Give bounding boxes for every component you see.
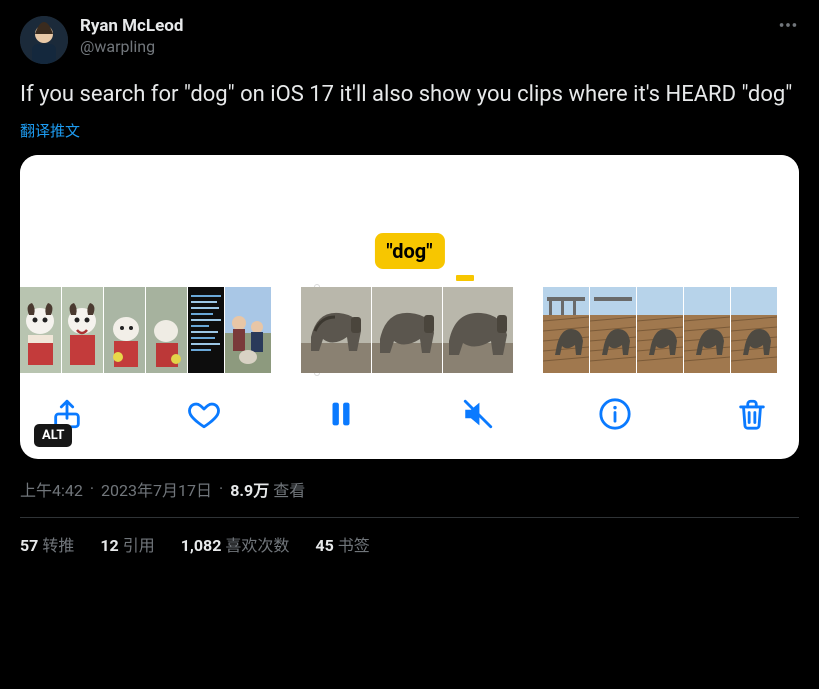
quotes-stat[interactable]: 12 引用: [100, 532, 154, 556]
retweets-label: 转推: [42, 536, 74, 555]
retweets-stat[interactable]: 57转推: [20, 532, 74, 556]
timeline-marker: [456, 275, 474, 281]
media-top: "dog": [20, 155, 799, 285]
thumbnail[interactable]: [443, 287, 513, 373]
thumbnail[interactable]: [731, 287, 777, 373]
thumbnail[interactable]: [104, 287, 145, 373]
trash-button[interactable]: [735, 397, 769, 431]
alt-badge[interactable]: ALT: [34, 424, 72, 447]
avatar-image: [20, 16, 68, 64]
mute-button[interactable]: [461, 397, 495, 431]
dog-search-label: "dog": [374, 233, 444, 269]
post-date[interactable]: 2023年7月17日: [101, 477, 212, 501]
media-controls: [20, 375, 799, 459]
post-time[interactable]: 上午4:42: [20, 477, 83, 501]
quotes-count: 12: [100, 536, 118, 555]
heart-icon: [187, 397, 221, 431]
mute-icon: [461, 397, 495, 431]
display-name[interactable]: Ryan McLeod: [80, 16, 183, 37]
pause-button[interactable]: [324, 397, 358, 431]
likes-stat[interactable]: 1,082喜欢次数: [181, 532, 290, 556]
views-count[interactable]: 8.9万: [230, 477, 269, 501]
thumbnail[interactable]: [637, 287, 683, 373]
media-card: "dog": [20, 155, 799, 459]
bookmarks-label: 书签: [338, 536, 370, 555]
thumbnail[interactable]: [188, 287, 224, 373]
separator: ·: [90, 479, 94, 498]
stats-row: 57转推 12 引用 1,082喜欢次数 45 书签: [20, 518, 799, 556]
quotes-label: 引用: [123, 536, 155, 555]
tweet-text: If you search for "dog" on iOS 17 it'll …: [20, 80, 799, 110]
more-button[interactable]: [777, 14, 799, 40]
handle[interactable]: @warpling: [80, 37, 183, 57]
trash-icon: [735, 397, 769, 431]
thumbnail[interactable]: [590, 287, 636, 373]
info-button[interactable]: [598, 397, 632, 431]
video-timeline[interactable]: [20, 285, 799, 375]
likes-label: 喜欢次数: [225, 536, 289, 555]
like-button[interactable]: [187, 397, 221, 431]
pause-icon: [324, 397, 358, 431]
info-icon: [598, 397, 632, 431]
translate-link[interactable]: 翻译推文: [20, 120, 80, 141]
thumbnail[interactable]: [62, 287, 103, 373]
thumbnail[interactable]: [372, 287, 442, 373]
thumbnail[interactable]: [543, 287, 589, 373]
clip-group-2: [301, 287, 513, 373]
avatar[interactable]: [20, 16, 68, 64]
timeline-gap: [513, 287, 543, 373]
bookmarks-stat[interactable]: 45 书签: [315, 532, 369, 556]
more-icon: [777, 14, 799, 36]
thumbnail[interactable]: [301, 287, 371, 373]
clip-group-3: [543, 287, 777, 373]
likes-count: 1,082: [181, 536, 222, 555]
timeline-gap: [271, 287, 301, 373]
thumbnail[interactable]: [684, 287, 730, 373]
author-names: Ryan McLeod @warpling: [80, 16, 183, 57]
retweets-count: 57: [20, 536, 38, 555]
clip-group-1: [20, 287, 271, 373]
views-label: 查看: [273, 477, 305, 501]
bookmarks-count: 45: [315, 536, 333, 555]
thumbnail[interactable]: [146, 287, 187, 373]
thumbnail[interactable]: [225, 287, 271, 373]
tweet-card: Ryan McLeod @warpling If you search for …: [0, 0, 819, 568]
tweet-header: Ryan McLeod @warpling: [20, 16, 799, 64]
meta-line: 上午4:42 · 2023年7月17日 · 8.9万 查看: [20, 477, 799, 501]
separator: ·: [219, 479, 223, 498]
thumbnail[interactable]: [20, 287, 61, 373]
